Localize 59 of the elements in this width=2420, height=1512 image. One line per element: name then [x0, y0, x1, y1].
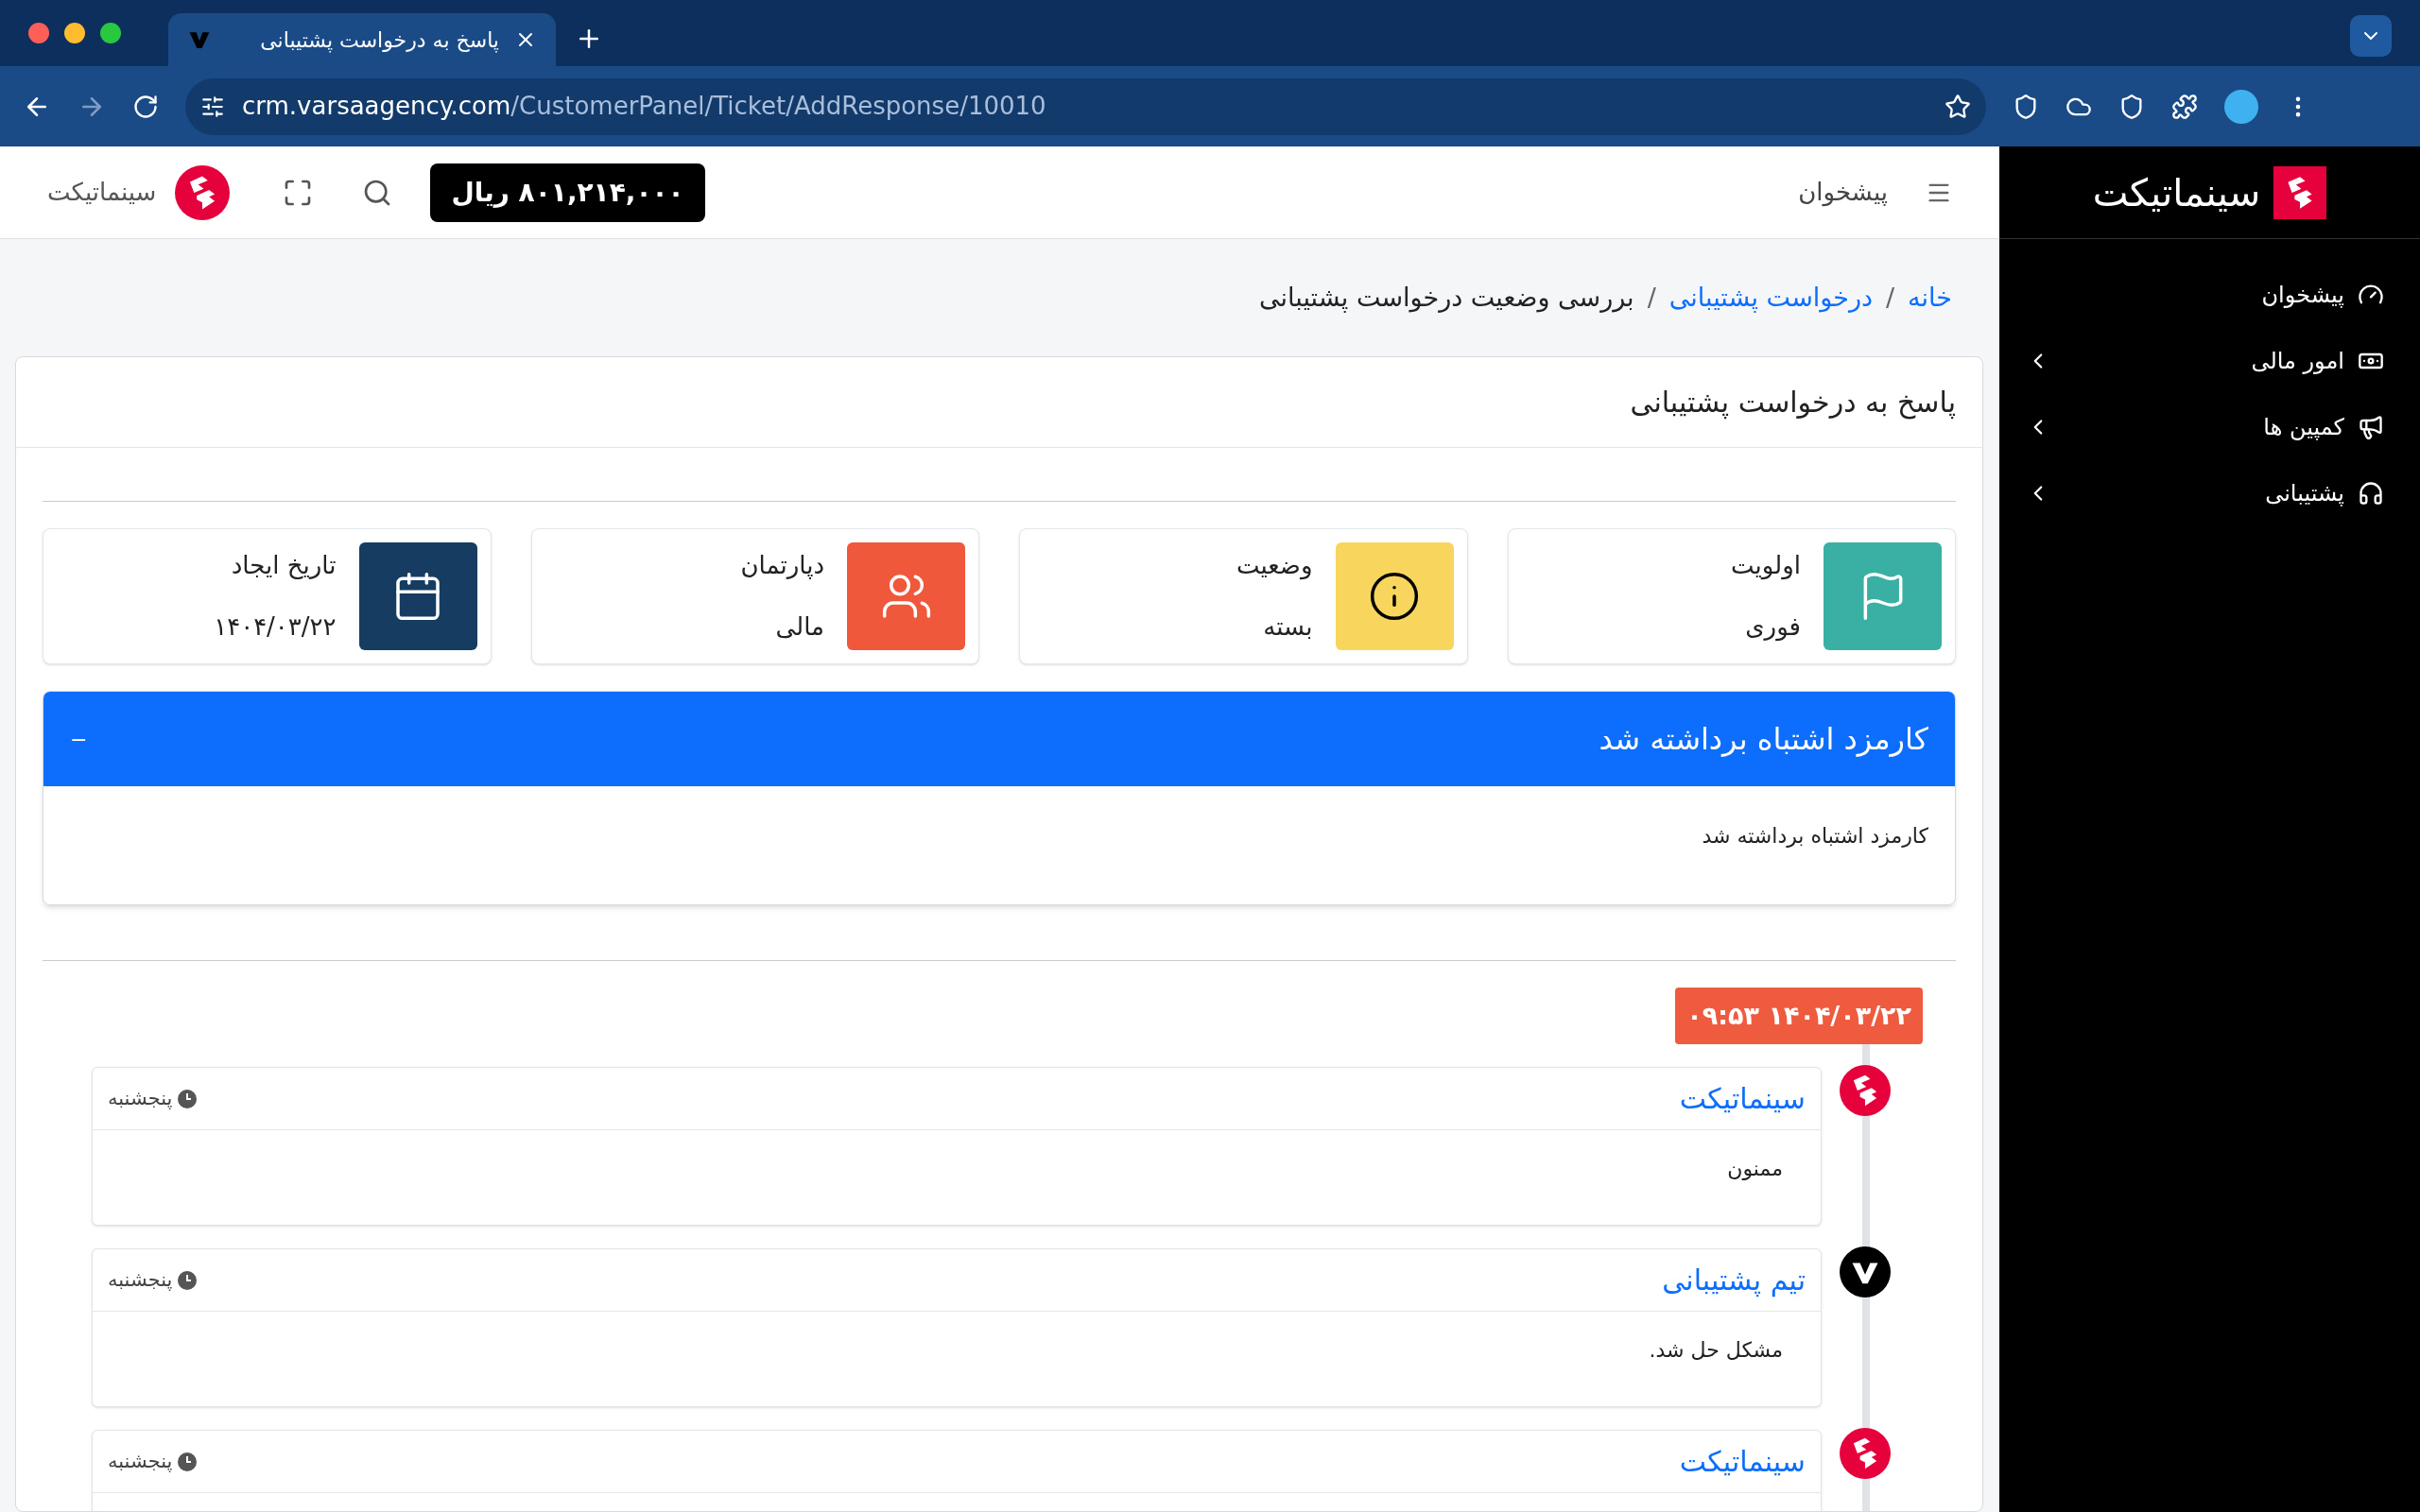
entry-day: پنجشنبه: [108, 1083, 173, 1114]
ticket-panel-header[interactable]: کارمزد اشتباه برداشته شد −: [43, 692, 1955, 786]
user-name: سینماتیکت: [47, 177, 157, 208]
sidebar-item[interactable]: پشتیبانی: [1999, 460, 2420, 526]
breadcrumb-current: بررسی وضعیت درخواست پشتیبانی: [1259, 281, 1634, 315]
info-icon: [1368, 570, 1421, 623]
sidebar-brand: سینماتیکت: [2092, 169, 2261, 216]
sidebar-item[interactable]: کمپین ها: [1999, 394, 2420, 460]
site-settings-icon[interactable]: [200, 94, 225, 119]
ticket-subject: کارمزد اشتباه برداشته شد: [1598, 720, 1928, 759]
sidebar-item[interactable]: امور مالی: [1999, 328, 2420, 394]
entry-body: ممنون: [1727, 1157, 1783, 1180]
clock-icon: [178, 1089, 198, 1108]
entry-day: پنجشنبه: [108, 1264, 173, 1296]
zoom-window-button[interactable]: [100, 23, 121, 43]
ticket-body: کارمزد اشتباه برداشته شد: [1702, 824, 1928, 848]
headphones-icon: [2358, 480, 2384, 507]
entry-author: سینماتیکت: [1678, 1081, 1806, 1117]
collapse-toggle[interactable]: −: [70, 723, 88, 755]
brand-avatar: [1840, 1065, 1891, 1116]
url-text: crm.varsaagency.com/CustomerPanel/Ticket/AddResponse/10010: [242, 91, 1047, 122]
card-title: پاسخ به درخواست پشتیبانی: [1630, 385, 1956, 421]
entry-body: مشکل حل شد.: [1649, 1338, 1783, 1362]
address-bar[interactable]: crm.varsaagency.com/CustomerPanel/Ticket/AddResponse/10010: [185, 77, 1986, 135]
clock-icon: [178, 1452, 198, 1471]
breadcrumb-separator: /: [1647, 281, 1656, 314]
stat-value: بسته: [1262, 611, 1313, 643]
breadcrumb-link[interactable]: درخواست پشتیبانی: [1668, 278, 1873, 318]
stat-value: فوری: [1744, 611, 1801, 644]
stat-value: ۱۴۰۴/۰۳/۲۲: [214, 611, 337, 643]
breadcrumb-link[interactable]: خانه: [1908, 278, 1952, 318]
megaphone-icon: [2358, 414, 2384, 440]
stat-label: اولویت: [1731, 550, 1801, 582]
stat-label: تاریخ ایجاد: [230, 550, 337, 581]
brand-logo: [2273, 165, 2327, 219]
extensions-icon[interactable]: [2171, 93, 2198, 120]
stat-label: وضعیت: [1236, 550, 1313, 582]
reload-icon[interactable]: [132, 93, 159, 120]
entry-day: پنجشنبه: [108, 1446, 173, 1477]
header-page-title: پیشخوان: [1798, 177, 1888, 209]
minimize-window-button[interactable]: [64, 23, 85, 43]
date-badge: ۱۴۰۴/۰۳/۲۲ ۰۹:۵۳: [1675, 988, 1923, 1044]
tab-title: پاسخ به درخواست پشتیبانی: [259, 26, 499, 55]
v-logo-icon: [1840, 1246, 1891, 1297]
sidebar-item[interactable]: پیشخوان: [1999, 262, 2420, 328]
balance-badge: ۸۰۱,۲۱۴,۰۰۰ ریال: [430, 163, 705, 222]
breadcrumb-separator: /: [1885, 281, 1895, 314]
stat-label: دپارتمان: [740, 550, 824, 581]
entry-author: سینماتیکت: [1678, 1444, 1806, 1480]
browser-tab[interactable]: پاسخ به درخواست پشتیبانی: [168, 13, 556, 66]
profile-avatar[interactable]: [2224, 89, 2258, 124]
stat-value: مالی: [774, 611, 824, 643]
bookmark-star-icon[interactable]: [1945, 93, 1971, 120]
clock-icon: [178, 1270, 198, 1290]
close-window-button[interactable]: [28, 23, 49, 43]
tab-search-button[interactable]: [2350, 15, 2392, 57]
brand-avatar: [1840, 1428, 1891, 1479]
user-avatar: [175, 164, 231, 220]
entry-author: تیم پشتیبانی: [1661, 1263, 1806, 1299]
